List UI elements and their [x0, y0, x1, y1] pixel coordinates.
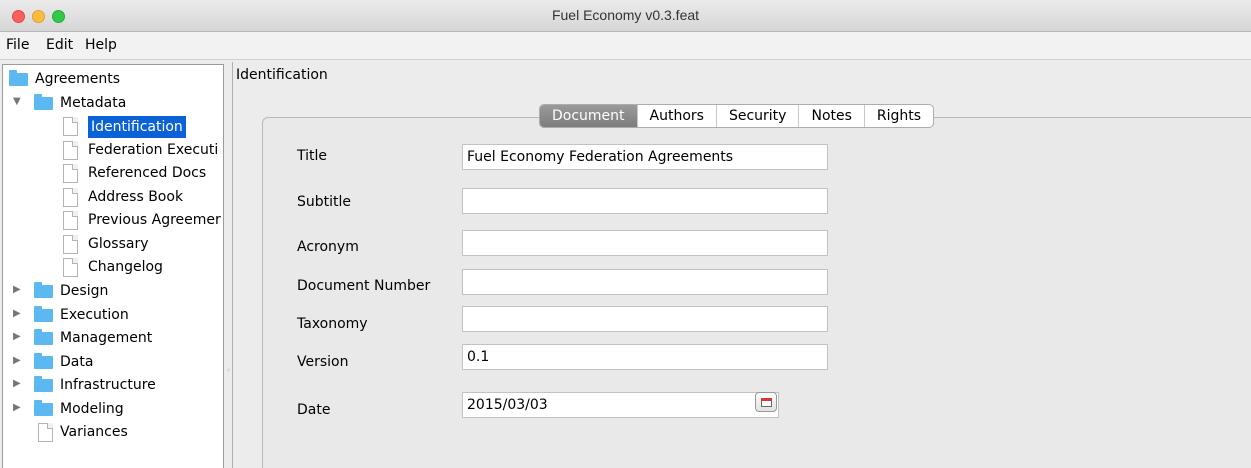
tab-document[interactable]: Document — [540, 105, 638, 127]
tree-item-label: Modeling — [60, 401, 124, 417]
document-icon — [63, 117, 78, 136]
menu-bar: File Edit Help — [0, 32, 1251, 60]
document-number-field[interactable] — [462, 269, 828, 295]
document-icon — [38, 423, 53, 442]
date-label: Date — [297, 402, 331, 418]
tree-item-label: Management — [60, 330, 153, 346]
tab-bar: Document Authors Security Notes Rights — [539, 104, 935, 128]
collapsed-arrow-icon[interactable]: ▶ — [13, 284, 21, 295]
menu-help[interactable]: Help — [85, 37, 117, 53]
document-number-label: Document Number — [297, 278, 431, 294]
acronym-label: Acronym — [297, 239, 359, 255]
tree-item-label: Previous Agreemer — [88, 212, 221, 228]
tree-item-label: Address Book — [88, 189, 184, 205]
collapsed-arrow-icon[interactable]: ▶ — [13, 402, 21, 413]
tree-item-label: Execution — [60, 307, 129, 323]
document-icon — [63, 235, 78, 254]
tree-item-label: Design — [60, 283, 109, 299]
folder-icon — [34, 329, 53, 345]
version-label: Version — [297, 354, 349, 370]
tab-rights[interactable]: Rights — [865, 105, 933, 127]
folder-icon — [34, 94, 53, 110]
document-icon — [63, 164, 78, 183]
tree-item-label: Federation Executi — [88, 142, 219, 158]
calendar-picker-button[interactable] — [755, 392, 777, 412]
tree-item-label: Changelog — [88, 259, 163, 275]
tree-item-label: Agreements — [35, 71, 121, 87]
document-icon — [63, 188, 78, 207]
tab-security[interactable]: Security — [717, 105, 800, 127]
tab-authors[interactable]: Authors — [638, 105, 717, 127]
menu-edit[interactable]: Edit — [46, 37, 73, 53]
acronym-field[interactable] — [462, 230, 828, 256]
folder-icon — [34, 306, 53, 322]
subtitle-label: Subtitle — [297, 194, 352, 210]
tree-item-label: Variances — [60, 424, 128, 440]
title-field[interactable]: Fuel Economy Federation Agreements — [462, 144, 828, 170]
tab-notes[interactable]: Notes — [799, 105, 865, 127]
title-bar: Fuel Economy v0.3.feat — [0, 0, 1251, 32]
navigation-tree[interactable]: Agreements ▼ Metadata Identification Fed… — [2, 64, 224, 468]
subtitle-field[interactable] — [462, 188, 828, 214]
taxonomy-label: Taxonomy — [297, 316, 368, 332]
collapsed-arrow-icon[interactable]: ▶ — [13, 355, 21, 366]
date-field[interactable]: 2015/03/03 — [462, 392, 779, 418]
tree-item-label: Metadata — [60, 95, 127, 111]
window-title: Fuel Economy v0.3.feat — [551, 7, 700, 23]
menu-file[interactable]: File — [6, 37, 29, 53]
section-title: Identification — [236, 67, 328, 83]
calendar-icon — [761, 398, 772, 407]
tree-item-label: Glossary — [88, 236, 149, 252]
document-icon — [63, 258, 78, 277]
tab-content-frame: Title Fuel Economy Federation Agreements… — [262, 117, 1251, 468]
collapsed-arrow-icon[interactable]: ▶ — [13, 378, 21, 389]
tree-item-label: Identification — [88, 116, 186, 138]
taxonomy-field[interactable] — [462, 306, 828, 332]
identification-panel: Identification Title Fuel Economy Federa… — [232, 62, 1251, 468]
folder-icon — [9, 70, 28, 86]
folder-icon — [34, 282, 53, 298]
tree-item-label: Data — [60, 354, 94, 370]
document-icon — [63, 141, 78, 160]
folder-icon — [34, 353, 53, 369]
tree-item-label: Infrastructure — [60, 377, 156, 393]
tree-item-label: Referenced Docs — [88, 165, 207, 181]
document-icon — [63, 211, 78, 230]
folder-icon — [34, 376, 53, 392]
expanded-arrow-icon[interactable]: ▼ — [13, 96, 21, 107]
version-field[interactable]: 0.1 — [462, 344, 828, 370]
title-label: Title — [297, 148, 328, 164]
folder-icon — [34, 400, 53, 416]
collapsed-arrow-icon[interactable]: ▶ — [13, 331, 21, 342]
collapsed-arrow-icon[interactable]: ▶ — [13, 308, 21, 319]
